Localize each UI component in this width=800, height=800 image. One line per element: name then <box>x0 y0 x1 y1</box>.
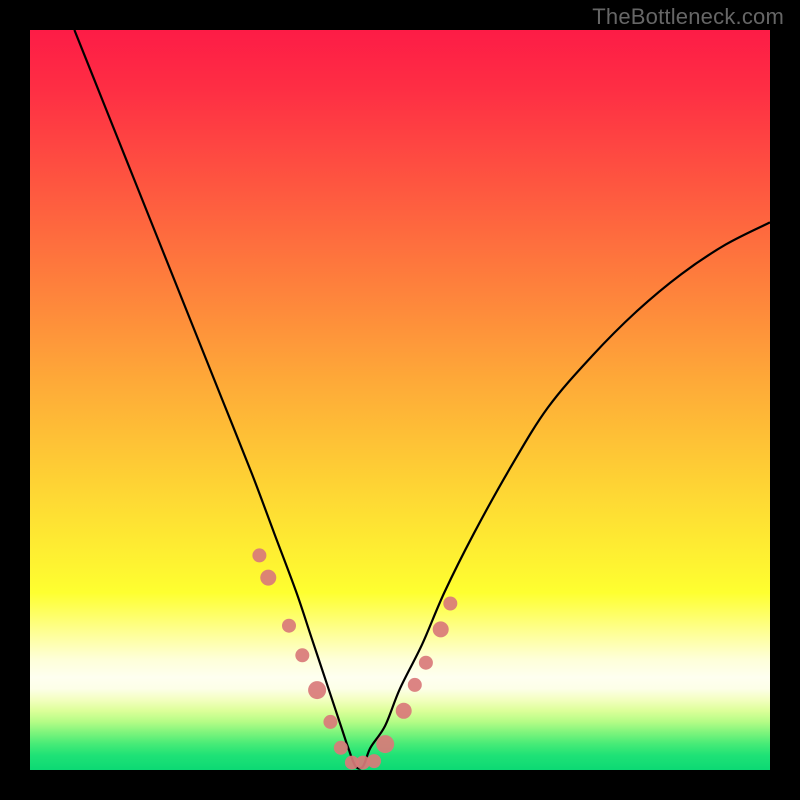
data-marker <box>408 678 422 692</box>
data-marker <box>308 681 326 699</box>
data-marker <box>282 619 296 633</box>
data-marker <box>443 597 457 611</box>
data-marker <box>252 548 266 562</box>
data-marker <box>323 715 337 729</box>
data-marker <box>334 741 348 755</box>
gradient-background <box>30 30 770 770</box>
data-marker <box>260 570 276 586</box>
data-marker <box>376 735 394 753</box>
data-marker <box>396 703 412 719</box>
watermark-text: TheBottleneck.com <box>592 4 784 30</box>
chart-canvas: TheBottleneck.com <box>0 0 800 800</box>
data-marker <box>367 754 381 768</box>
data-marker <box>295 648 309 662</box>
data-marker <box>419 656 433 670</box>
plot-svg <box>30 30 770 770</box>
data-marker <box>433 621 449 637</box>
plot-area <box>30 30 770 770</box>
